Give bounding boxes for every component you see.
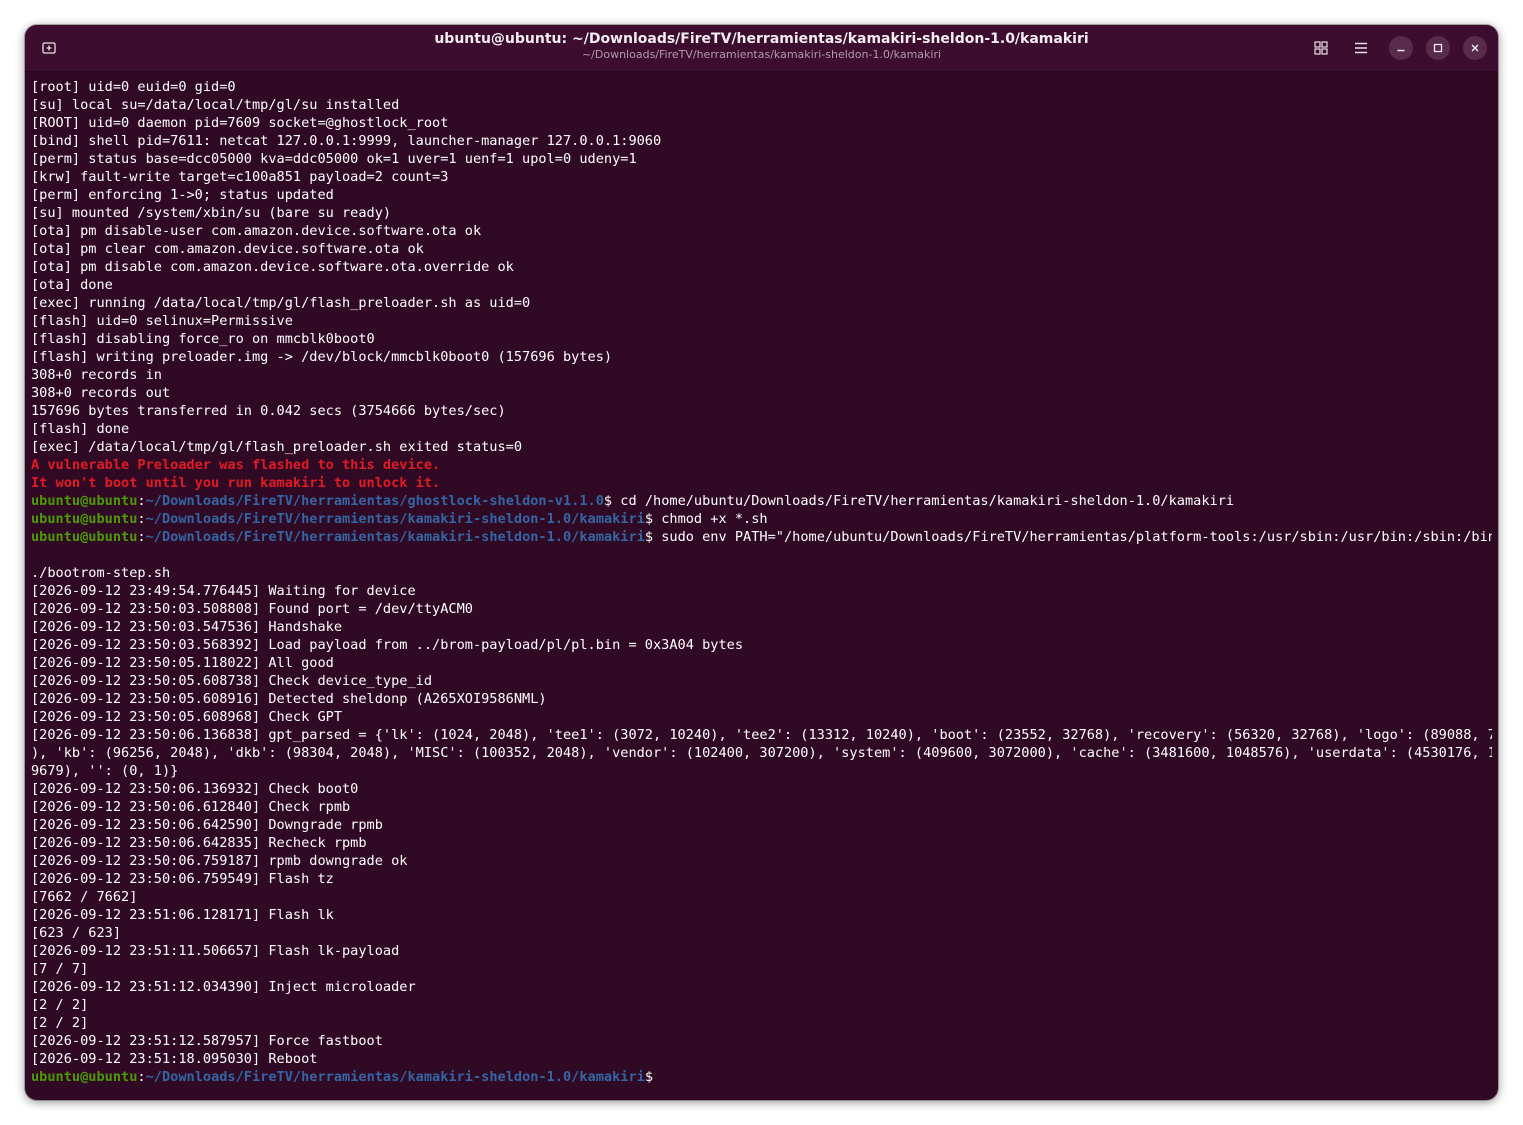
- grid-icon[interactable]: [1308, 35, 1334, 61]
- output-line: [2026-09-12 23:50:06.642835] Recheck rpm…: [31, 835, 367, 851]
- output-line: [ota] done: [31, 277, 113, 293]
- output-line: [7662 / 7662]: [31, 889, 138, 905]
- output-line: [2026-09-12 23:50:03.547536] Handshake: [31, 619, 342, 635]
- output-line: [exec] /data/local/tmp/gl/flash_preloade…: [31, 439, 523, 455]
- prompt-path: ~/Downloads/FireTV/herramientas/kamakiri…: [145, 529, 645, 545]
- output-line: [2026-09-12 23:50:05.608968] Check GPT: [31, 709, 342, 725]
- output-line: [ota] pm clear com.amazon.device.softwar…: [31, 241, 424, 257]
- prompt-path: ~/Downloads/FireTV/herramientas/kamakiri…: [145, 1069, 645, 1085]
- output-line: [2026-09-12 23:51:12.034390] Inject micr…: [31, 979, 416, 995]
- output-line: [perm] status base=dcc05000 kva=ddc05000…: [31, 151, 637, 167]
- prompt-dollar: $: [603, 493, 613, 509]
- hamburger-menu-icon[interactable]: [1348, 35, 1374, 61]
- output-line: 9679), '': (0, 1)}: [31, 763, 179, 779]
- output-line: [2026-09-12 23:50:06.136838] gpt_parsed …: [31, 727, 1492, 743]
- output-line: [2 / 2]: [31, 997, 89, 1013]
- prompt-path: ~/Downloads/FireTV/herramientas/kamakiri…: [145, 511, 645, 527]
- prompt-user: ubuntu@ubuntu: [31, 493, 138, 509]
- output-line: [2026-09-12 23:51:18.095030] Reboot: [31, 1051, 318, 1067]
- new-tab-icon[interactable]: [36, 35, 62, 61]
- output-line: 157696 bytes transferred in 0.042 secs (…: [31, 403, 506, 419]
- prompt-line: ubuntu@ubuntu:~/Downloads/FireTV/herrami…: [31, 492, 1492, 510]
- output-line: [7 / 7]: [31, 961, 89, 977]
- terminal-output[interactable]: [root] uid=0 euid=0 gid=0 [su] local su=/…: [31, 78, 1492, 1100]
- output-line: [flash] uid=0 selinux=Permissive: [31, 313, 293, 329]
- prompt-dollar: $: [644, 529, 654, 545]
- output-line: [2026-09-12 23:49:54.776445] Waiting for…: [31, 583, 416, 599]
- output-line: [623 / 623]: [31, 925, 122, 941]
- window-title: ubuntu@ubuntu: ~/Downloads/FireTV/herram…: [434, 31, 1089, 47]
- close-icon[interactable]: [1463, 36, 1487, 60]
- output-line: [2026-09-12 23:51:12.587957] Force fastb…: [31, 1033, 383, 1049]
- maximize-icon[interactable]: [1426, 36, 1450, 60]
- prompt-dollar: $: [644, 1069, 654, 1085]
- minimize-icon[interactable]: [1389, 36, 1413, 60]
- command-text: chmod +x *.sh: [653, 511, 768, 527]
- output-line: [su] mounted /system/xbin/su (bare su re…: [31, 205, 392, 221]
- output-line: [exec] running /data/local/tmp/gl/flash_…: [31, 295, 531, 311]
- output-line: [2026-09-12 23:50:05.118022] All good: [31, 655, 334, 671]
- output-line: [ota] pm disable-user com.amazon.device.…: [31, 223, 482, 239]
- output-line: [bind] shell pid=7611: netcat 127.0.0.1:…: [31, 133, 662, 149]
- output-line: [2 / 2]: [31, 1015, 89, 1031]
- output-line: [flash] disabling force_ro on mmcblk0boo…: [31, 331, 375, 347]
- output-line: [su] local su=/data/local/tmp/gl/su inst…: [31, 97, 400, 113]
- error-line: A vulnerable Preloader was flashed to th…: [31, 457, 441, 473]
- output-line: ./bootrom-step.sh: [31, 565, 171, 581]
- prompt-separator: :: [137, 529, 146, 545]
- output-line: 308+0 records out: [31, 385, 171, 401]
- command-text: cd /home/ubuntu/Downloads/FireTV/herrami…: [612, 493, 1235, 509]
- output-line: 308+0 records in: [31, 367, 162, 383]
- output-line: [flash] done: [31, 421, 130, 437]
- prompt-separator: :: [137, 511, 146, 527]
- output-line: [2026-09-12 23:51:11.506657] Flash lk-pa…: [31, 943, 400, 959]
- prompt-path: ~/Downloads/FireTV/herramientas/ghostloc…: [145, 493, 604, 509]
- output-line: [2026-09-12 23:50:05.608738] Check devic…: [31, 673, 433, 689]
- prompt-line: ubuntu@ubuntu:~/Downloads/FireTV/herrami…: [31, 528, 1492, 546]
- error-line: It won't boot until you run kamakiri to …: [31, 475, 441, 491]
- prompt-separator: :: [137, 493, 146, 509]
- title-block: ubuntu@ubuntu: ~/Downloads/FireTV/herram…: [225, 31, 1298, 62]
- prompt-dollar: $: [644, 511, 654, 527]
- output-line: [2026-09-12 23:50:06.642590] Downgrade r…: [31, 817, 383, 833]
- title-bar[interactable]: ubuntu@ubuntu: ~/Downloads/FireTV/herram…: [25, 25, 1498, 72]
- output-line: [2026-09-12 23:50:06.136932] Check boot0: [31, 781, 359, 797]
- output-line: [ROOT] uid=0 daemon pid=7609 socket=@gho…: [31, 115, 449, 131]
- output-line: [perm] enforcing 1->0; status updated: [31, 187, 334, 203]
- command-text: sudo env PATH="/home/ubuntu/Downloads/Fi…: [653, 529, 1492, 545]
- window-subtitle: ~/Downloads/FireTV/herramientas/kamakiri…: [581, 48, 942, 61]
- output-line: [krw] fault-write target=c100a851 payloa…: [31, 169, 449, 185]
- prompt-line: ubuntu@ubuntu:~/Downloads/FireTV/herrami…: [31, 1068, 1492, 1086]
- prompt-user: ubuntu@ubuntu: [31, 1069, 138, 1085]
- prompt-user: ubuntu@ubuntu: [31, 529, 138, 545]
- text-cursor: [653, 1068, 661, 1083]
- output-line: [2026-09-12 23:51:06.128171] Flash lk: [31, 907, 334, 923]
- output-line: [2026-09-12 23:50:06.612840] Check rpmb: [31, 799, 351, 815]
- output-line: [2026-09-12 23:50:03.508808] Found port …: [31, 601, 473, 617]
- prompt-user: ubuntu@ubuntu: [31, 511, 138, 527]
- output-line: [2026-09-12 23:50:05.608916] Detected sh…: [31, 691, 547, 707]
- output-line: [2026-09-12 23:50:06.759549] Flash tz: [31, 871, 334, 887]
- output-line: [2026-09-12 23:50:03.568392] Load payloa…: [31, 637, 744, 653]
- output-line: ), 'kb': (96256, 2048), 'dkb': (98304, 2…: [31, 745, 1492, 761]
- prompt-line: ubuntu@ubuntu:~/Downloads/FireTV/herrami…: [31, 510, 1492, 528]
- output-line: [root] uid=0 euid=0 gid=0: [31, 79, 236, 95]
- output-line: [ota] pm disable com.amazon.device.softw…: [31, 259, 514, 275]
- output-line: [flash] writing preloader.img -> /dev/bl…: [31, 349, 613, 365]
- prompt-separator: :: [137, 1069, 146, 1085]
- terminal-window: ubuntu@ubuntu: ~/Downloads/FireTV/herram…: [25, 25, 1498, 1100]
- output-line: [2026-09-12 23:50:06.759187] rpmb downgr…: [31, 853, 408, 869]
